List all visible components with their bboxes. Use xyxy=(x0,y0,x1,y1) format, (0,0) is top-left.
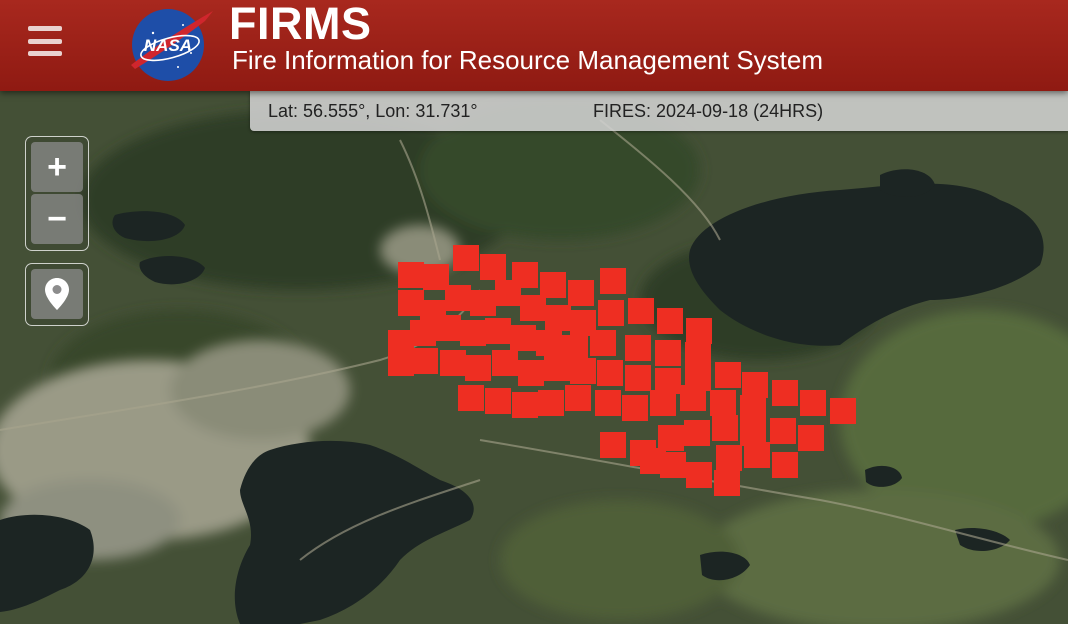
nasa-logo[interactable]: NASA xyxy=(123,3,215,83)
zoom-out-button[interactable]: − xyxy=(31,194,83,244)
app-header: NASA FIRMS Fire Information for Resource… xyxy=(0,0,1068,91)
coordinates-readout: Lat: 56.555°, Lon: 31.731° xyxy=(268,101,478,121)
locate-control xyxy=(25,263,89,326)
locate-button[interactable] xyxy=(31,269,83,319)
zoom-in-button[interactable]: + xyxy=(31,142,83,192)
zoom-control: + − xyxy=(25,136,89,251)
svg-text:NASA: NASA xyxy=(144,36,192,55)
info-bar: Lat: 56.555°, Lon: 31.731° FIRES: 2024-0… xyxy=(250,91,1068,131)
map-pin-icon xyxy=(45,278,69,310)
satellite-map[interactable] xyxy=(0,91,1068,624)
fires-date-selector[interactable]: FIRES: 2024-09-18 (24HRS) xyxy=(593,101,823,122)
app-title: FIRMS xyxy=(229,0,372,49)
firms-app: NASA FIRMS Fire Information for Resource… xyxy=(0,0,1068,624)
hamburger-menu-icon[interactable] xyxy=(28,26,62,56)
app-subtitle: Fire Information for Resource Management… xyxy=(232,45,824,75)
